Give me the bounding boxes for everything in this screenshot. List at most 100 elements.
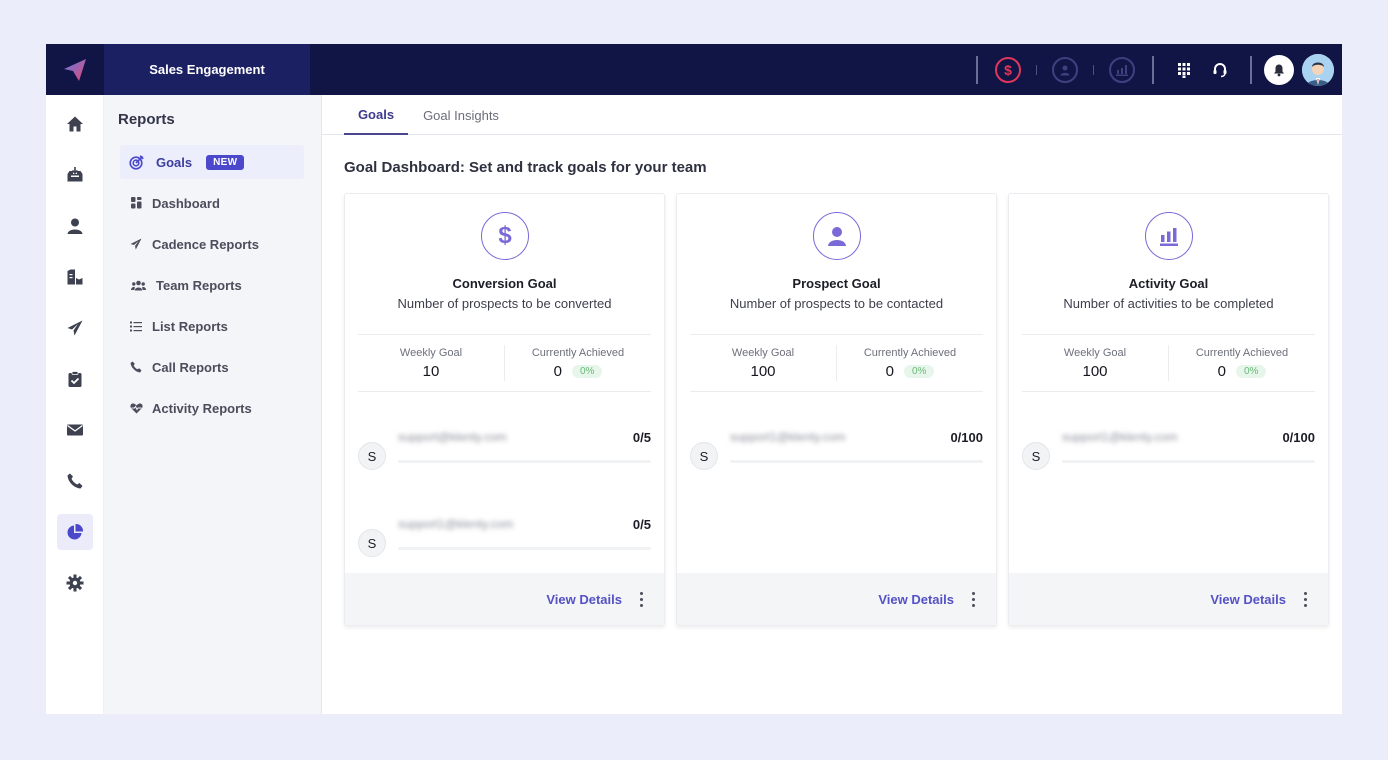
view-details-link[interactable]: View Details <box>878 592 954 607</box>
card-footer: View Details <box>345 573 664 625</box>
divider <box>1250 55 1252 84</box>
user-avatar[interactable] <box>1302 53 1334 86</box>
dollar-icon: $ <box>481 212 529 260</box>
bar-chart-icon <box>1109 56 1135 83</box>
goal-card-conversion: $ Conversion Goal Number of prospects to… <box>344 193 665 626</box>
achieved-value: 0 <box>553 362 562 380</box>
member-email: support1@klenty.com <box>730 430 846 444</box>
support-button[interactable] <box>1202 52 1238 88</box>
member-row[interactable]: S support1@klenty.com 0/100 <box>690 430 983 490</box>
more-options-icon[interactable] <box>968 591 978 607</box>
submenu-item-goals[interactable]: Goals NEW <box>120 145 304 179</box>
view-details-link[interactable]: View Details <box>546 592 622 607</box>
conversion-goal-button[interactable]: $ <box>990 52 1026 88</box>
avatar-image <box>1302 53 1334 86</box>
more-options-icon[interactable] <box>1300 591 1310 607</box>
submenu-item-call-reports[interactable]: Call Reports <box>120 350 304 384</box>
more-options-icon[interactable] <box>636 591 646 607</box>
weekly-goal-value: 10 <box>422 362 440 380</box>
dollar-icon: $ <box>995 56 1021 83</box>
member-email: support@klenty.com <box>398 430 507 444</box>
gear-icon <box>66 574 84 592</box>
member-progress: 0/5 <box>632 430 651 445</box>
submenu-item-cadence-reports[interactable]: Cadence Reports <box>120 227 304 261</box>
weekly-goal: Weekly Goal 100 <box>1022 335 1168 391</box>
view-details-link[interactable]: View Details <box>1210 592 1286 607</box>
rail-item-reports[interactable] <box>57 514 93 550</box>
member-avatar: S <box>690 442 718 470</box>
divider <box>1036 64 1037 75</box>
submenu-item-list-reports[interactable]: List Reports <box>120 309 304 343</box>
submenu-title: Reports <box>118 111 175 128</box>
achieved-percent-badge: 0% <box>1235 364 1267 378</box>
member-email: support1@klenty.com <box>398 517 514 531</box>
paper-plane-icon <box>67 320 83 336</box>
bar-chart-icon <box>1145 212 1193 260</box>
headset-icon <box>1213 62 1227 77</box>
rail-item-calls[interactable] <box>57 463 93 499</box>
rail-item-tasks[interactable] <box>57 361 93 397</box>
goal-title: Prospect Goal <box>792 276 881 291</box>
clipboard-check-icon <box>68 371 82 387</box>
divider <box>976 55 978 84</box>
logo[interactable] <box>46 44 104 95</box>
submenu-item-label: Goals <box>156 154 193 170</box>
achieved-value: 0 <box>885 362 894 380</box>
dialpad-button[interactable] <box>1166 52 1202 88</box>
member-row[interactable]: S support1@klenty.com 0/100 <box>1022 430 1315 490</box>
submenu-item-team-reports[interactable]: Team Reports <box>120 268 304 302</box>
phone-icon <box>120 361 152 373</box>
paper-plane-icon <box>120 238 152 250</box>
submenu-item-label: Call Reports <box>152 359 229 375</box>
achieved-label: Currently Achieved <box>531 346 625 359</box>
prospect-goal-button[interactable] <box>1047 52 1083 88</box>
rail-item-home[interactable] <box>57 106 93 142</box>
weekly-goal: Weekly Goal 10 <box>358 335 504 391</box>
goal-description: Number of prospects to be contacted <box>729 296 944 311</box>
goal-stats: Weekly Goal 100 Currently Achieved 0 0% <box>1022 334 1315 392</box>
achieved-label: Currently Achieved <box>1195 346 1289 359</box>
rail-item-accounts[interactable] <box>57 259 93 295</box>
weekly-goal-label: Weekly Goal <box>731 346 795 359</box>
weekly-goal-label: Weekly Goal <box>399 346 463 359</box>
notifications-button[interactable] <box>1264 54 1294 85</box>
divider <box>1093 64 1094 75</box>
submenu-item-dashboard[interactable]: Dashboard <box>120 186 304 220</box>
list-icon <box>120 321 152 332</box>
weekly-goal: Weekly Goal 100 <box>690 335 836 391</box>
app-name[interactable]: Sales Engagement <box>104 44 310 95</box>
pie-chart-icon <box>67 523 84 540</box>
currently-achieved: Currently Achieved 0 0% <box>1168 345 1315 381</box>
app-window: Sales Engagement $ Reports Goals NEW Das… <box>46 44 1342 714</box>
rail-item-email[interactable] <box>57 412 93 448</box>
rail-item-cadences[interactable] <box>57 310 93 346</box>
home-icon <box>67 116 83 132</box>
inbox-icon <box>67 167 83 182</box>
tab-goal-insights[interactable]: Goal Insights <box>418 95 504 135</box>
member-avatar: S <box>1022 442 1050 470</box>
member-email: support1@klenty.com <box>1062 430 1178 444</box>
activity-goal-button[interactable] <box>1104 52 1140 88</box>
rail-item-prospects[interactable] <box>57 208 93 244</box>
goal-card-prospect: Prospect Goal Number of prospects to be … <box>676 193 997 626</box>
currently-achieved: Currently Achieved 0 0% <box>504 345 651 381</box>
bell-icon <box>1274 64 1284 76</box>
card-footer: View Details <box>1009 573 1328 625</box>
weekly-goal-value: 100 <box>750 362 776 380</box>
dialpad-icon <box>1178 62 1190 78</box>
member-row[interactable]: S support1@klenty.com 0/5 <box>358 517 651 577</box>
member-progress-bar <box>730 460 983 463</box>
member-progress: 0/100 <box>1282 430 1315 445</box>
goal-title: Conversion Goal <box>452 276 557 291</box>
rail-item-inbox[interactable] <box>57 157 93 193</box>
submenu-item-activity-reports[interactable]: Activity Reports <box>120 391 304 425</box>
submenu-item-label: List Reports <box>152 318 228 334</box>
member-row[interactable]: S support@klenty.com 0/5 <box>358 430 651 490</box>
heartbeat-icon <box>120 402 152 414</box>
achieved-value: 0 <box>1217 362 1226 380</box>
achieved-label: Currently Achieved <box>863 346 957 359</box>
rail-item-settings[interactable] <box>57 565 93 601</box>
building-icon <box>67 269 83 285</box>
tab-goals[interactable]: Goals <box>344 95 408 135</box>
card-footer: View Details <box>677 573 996 625</box>
